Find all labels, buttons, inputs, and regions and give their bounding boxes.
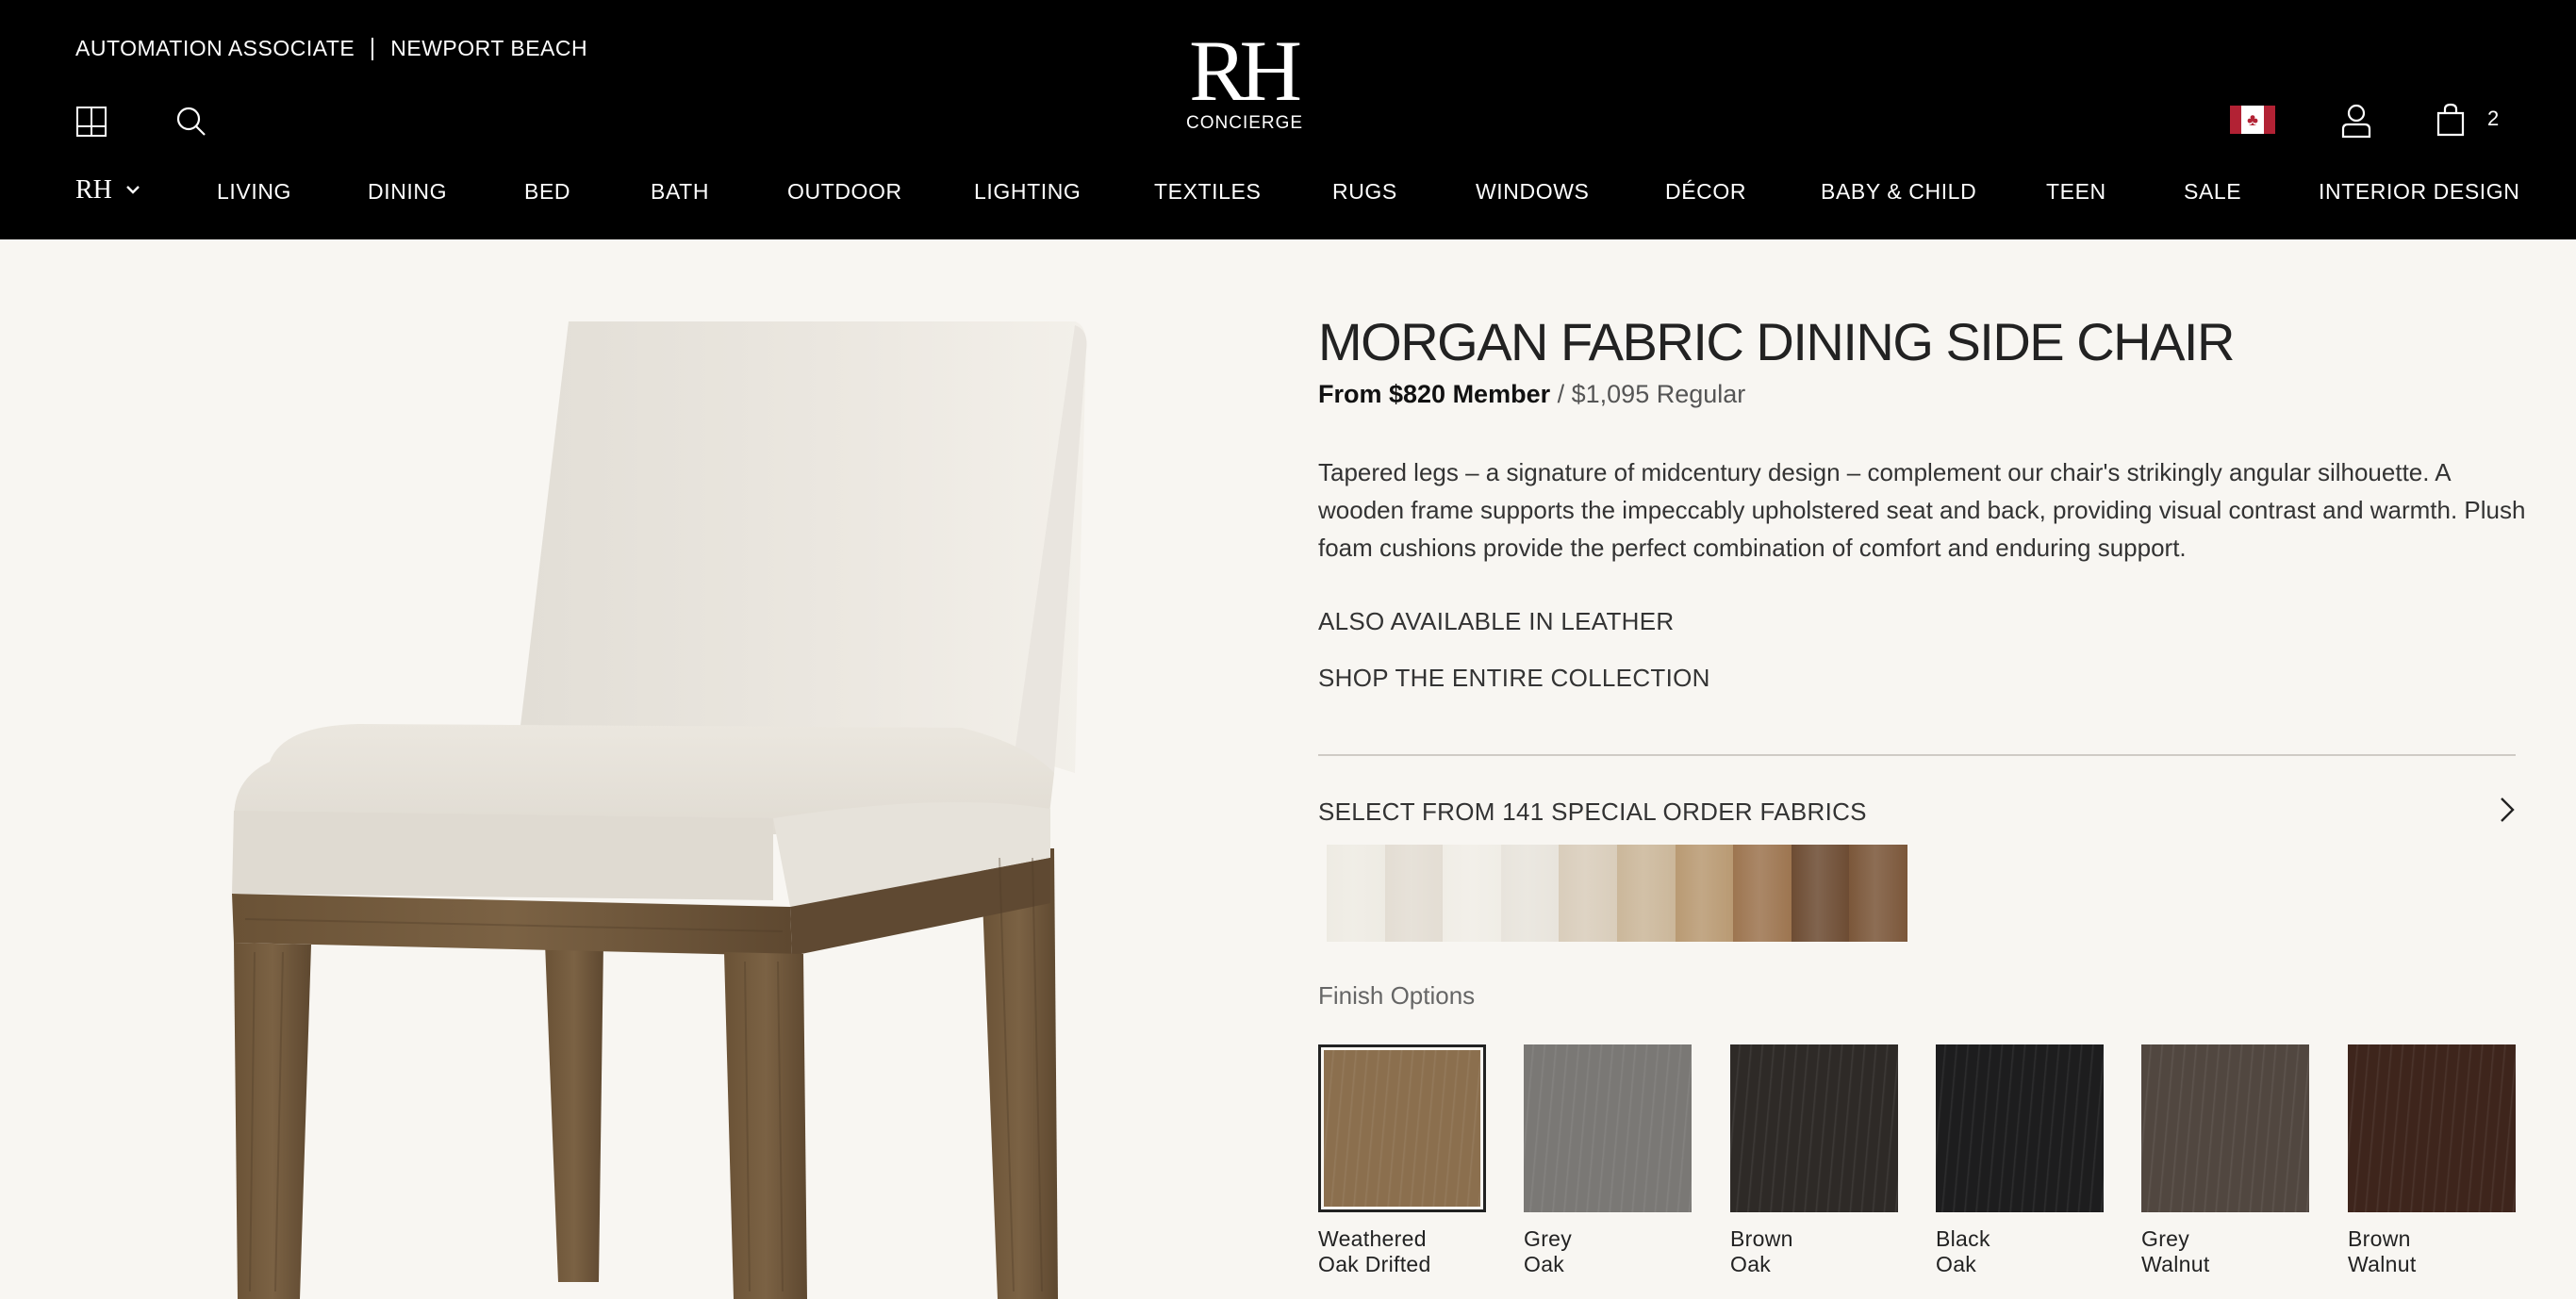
main-nav: RH LIVING DINING BED BATH OUTDOOR LIGHTI… [0, 175, 2576, 213]
regular-price: $1,095 Regular [1571, 380, 1746, 408]
fabric-swatch[interactable] [1384, 845, 1444, 942]
product-description: Tapered legs – a signature of midcentury… [1318, 458, 2526, 562]
fabric-swatch[interactable] [1443, 845, 1501, 942]
divider-bar [372, 37, 374, 60]
product-title: MORGAN FABRIC DINING SIDE CHAIR [1318, 312, 2235, 371]
finish-grey-oak[interactable]: Grey Oak [1524, 1044, 1692, 1277]
associate-info: AUTOMATION ASSOCIATE NEWPORT BEACH [75, 36, 587, 61]
finish-black-oak[interactable]: Black Oak [1936, 1044, 2104, 1277]
chair-illustration [232, 321, 1087, 1299]
finish-grey-walnut[interactable]: Grey Walnut [2141, 1044, 2309, 1277]
finish-weathered-oak-drifted[interactable]: Weathered Oak Drifted [1318, 1044, 1486, 1277]
member-price: From $820 Member [1318, 380, 1551, 408]
brand-menu[interactable]: RH [75, 175, 140, 206]
fabric-swatch[interactable] [1616, 845, 1676, 942]
fabric-swatch[interactable] [1791, 845, 1850, 942]
nav-item-dining[interactable]: DINING [368, 179, 447, 205]
finish-swatch[interactable] [1730, 1044, 1898, 1212]
nav-item-sale[interactable]: SALE [2184, 179, 2241, 205]
section-divider [1318, 754, 2516, 756]
nav-item-rugs[interactable]: RUGS [1332, 179, 1397, 205]
fabric-swatch[interactable] [1733, 845, 1792, 942]
cart-icon[interactable] [2436, 103, 2466, 137]
finish-name: Brown Walnut [2348, 1226, 2417, 1276]
finish-name: Black Oak [1936, 1226, 1990, 1276]
canada-flag-icon[interactable]: ♣ [2230, 106, 2275, 134]
finish-swatch[interactable] [1936, 1044, 2104, 1212]
nav-item-lighting[interactable]: LIGHTING [974, 179, 1081, 205]
search-icon[interactable] [175, 106, 207, 138]
nav-item-outdoor[interactable]: OUTDOOR [787, 179, 902, 205]
finish-swatch-fill [1324, 1050, 1480, 1207]
finish-swatch[interactable] [1524, 1044, 1692, 1212]
price-separator: / [1550, 380, 1572, 408]
finish-swatch[interactable] [1318, 1044, 1486, 1212]
finish-brown-walnut[interactable]: Brown Walnut [2348, 1044, 2516, 1277]
fabric-swatch[interactable] [1559, 845, 1617, 942]
fabric-swatch[interactable] [1849, 845, 1907, 942]
finish-name: Grey Oak [1524, 1226, 1573, 1276]
rh-logo[interactable]: RH CONCIERGE [1186, 23, 1304, 134]
logo-mark: RH [1189, 23, 1302, 119]
special-order-fabrics[interactable]: SELECT FROM 141 SPECIAL ORDER FABRICS [1318, 795, 2516, 829]
nav-item-decor[interactable]: DÉCOR [1665, 179, 1746, 205]
site-header: AUTOMATION ASSOCIATE NEWPORT BEACH RH CO… [0, 0, 2576, 239]
nav-item-bed[interactable]: BED [524, 179, 570, 205]
finish-brown-oak[interactable]: Brown Oak [1730, 1044, 1898, 1277]
fabric-swatch[interactable] [1327, 845, 1385, 942]
nav-item-textiles[interactable]: TEXTILES [1154, 179, 1261, 205]
nav-item-teen[interactable]: TEEN [2046, 179, 2106, 205]
collection-link[interactable]: SHOP THE ENTIRE COLLECTION [1318, 664, 1710, 693]
chevron-down-icon [125, 182, 140, 199]
product-price: From $820 Member / $1,095 Regular [1318, 380, 1745, 409]
finish-options-label: Finish Options [1318, 981, 1476, 1010]
fabrics-label: SELECT FROM 141 SPECIAL ORDER FABRICS [1318, 797, 1867, 826]
fabric-swatches[interactable] [1327, 845, 1907, 942]
nav-item-windows[interactable]: WINDOWS [1476, 179, 1589, 205]
nav-item-living[interactable]: LIVING [217, 179, 291, 205]
finish-swatch[interactable] [2141, 1044, 2309, 1212]
finish-options: Weathered Oak Drifted Grey Oak Brown Oak Bl… [1318, 1044, 2516, 1280]
finish-swatch[interactable] [2348, 1044, 2516, 1212]
store-location[interactable]: NEWPORT BEACH [390, 36, 587, 61]
nav-item-bath[interactable]: BATH [651, 179, 709, 205]
chevron-right-icon[interactable] [2499, 796, 2516, 829]
nav-item-interior-design[interactable]: INTERIOR DESIGN [2319, 179, 2519, 205]
brand-label: RH [75, 175, 112, 205]
finish-name: Weathered Oak Drifted [1318, 1226, 1431, 1276]
leather-link[interactable]: ALSO AVAILABLE IN LEATHER [1318, 607, 1674, 636]
account-icon[interactable] [2340, 103, 2372, 139]
finish-name: Brown Oak [1730, 1226, 1793, 1276]
fabric-swatch[interactable] [1500, 845, 1560, 942]
product-image[interactable] [0, 239, 1282, 1299]
logo-subtitle: CONCIERGE [1186, 113, 1304, 133]
fabric-swatch[interactable] [1675, 845, 1734, 942]
finish-name: Grey Walnut [2141, 1226, 2210, 1276]
cart-count: 2 [2487, 107, 2500, 130]
associate-label[interactable]: AUTOMATION ASSOCIATE [75, 36, 355, 61]
floorplan-icon[interactable] [75, 106, 107, 138]
nav-item-baby-child[interactable]: BABY & CHILD [1821, 179, 1976, 205]
